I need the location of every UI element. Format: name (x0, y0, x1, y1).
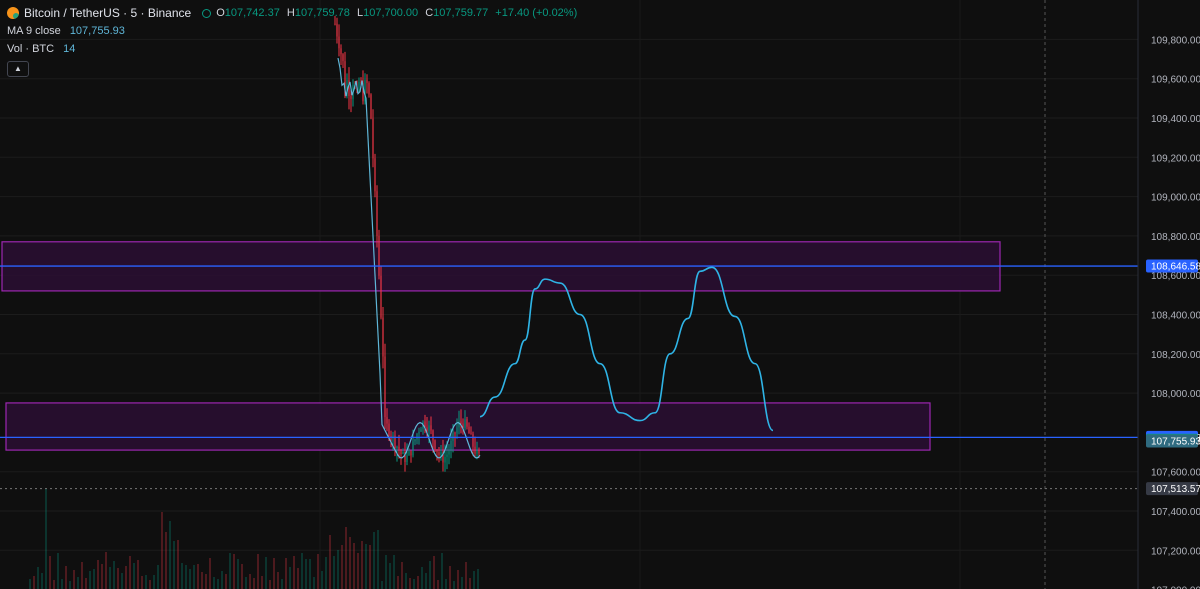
candle-body (414, 439, 416, 442)
volume-value: 14 (63, 43, 76, 55)
candle-body (438, 452, 440, 455)
candle-body (388, 423, 390, 437)
candle-body (366, 79, 368, 84)
zones (1, 241, 1001, 451)
candle-body (464, 419, 466, 429)
price-tick-label: 107,200.00 (1151, 546, 1200, 557)
price-tick-label: 108,800.00 (1151, 232, 1200, 243)
price-tick-label: 109,000.00 (1151, 193, 1200, 204)
price-label-text: 108,646.58 (1151, 262, 1200, 273)
ohlc-values: O107,742.37 H107,759.78 L107,700.00 C107… (216, 4, 581, 22)
price-tick-label: 108,400.00 (1151, 311, 1200, 322)
open-label: O (216, 7, 225, 19)
open-value: 107,742.37 (224, 7, 280, 19)
candle-body (358, 82, 360, 90)
volume-row[interactable]: Vol · BTC 14 (7, 40, 581, 58)
candle-body (450, 440, 452, 451)
candle-body (428, 425, 430, 431)
price-tick-label: 109,600.00 (1151, 75, 1200, 86)
candle-body (436, 449, 438, 453)
high-label: H (286, 7, 295, 19)
price-label-text: 107,513.57 (1151, 484, 1200, 495)
candle-body (384, 356, 386, 418)
axis-background (1138, 0, 1200, 589)
price-tick-label: 108,000.00 (1151, 389, 1200, 400)
candle-body (418, 431, 420, 434)
high-value: 107,759.78 (294, 7, 350, 19)
candle-body (410, 450, 412, 456)
candle-body (382, 317, 384, 357)
price-tick-label: 109,400.00 (1151, 114, 1200, 125)
price-tick-label: 107,600.00 (1151, 468, 1200, 479)
candle-body (478, 449, 480, 454)
candle-body (420, 429, 422, 432)
candle-body (400, 450, 402, 455)
candle-body (416, 433, 418, 440)
ma-value: 107,755.93 (69, 25, 125, 37)
candle-body (378, 235, 380, 276)
candle-body (460, 421, 462, 424)
candle-body (376, 191, 378, 236)
chart-legend: Bitcoin / TetherUS · 5 · Binance O107,74… (7, 4, 581, 77)
candle-body (456, 427, 458, 434)
candle-body (472, 434, 474, 447)
close-label: C (425, 7, 434, 19)
ma-row[interactable]: MA 9 close 107,755.93 (7, 22, 581, 40)
candle-body (444, 456, 446, 463)
close-value: 107,759.77 (433, 7, 489, 19)
volume-label: Vol · BTC (7, 43, 55, 55)
candle-body (386, 417, 388, 424)
candle-body (434, 440, 436, 450)
candle-body (408, 450, 410, 456)
candle-body (476, 449, 478, 454)
price-tick-label: 107,000.00 (1151, 586, 1200, 589)
candle-body (368, 83, 370, 95)
change-value: +17.40 (+0.02%) (495, 7, 578, 19)
candle-body (350, 96, 352, 99)
candle-body (466, 419, 468, 427)
symbol-row: Bitcoin / TetherUS · 5 · Binance O107,74… (7, 4, 581, 22)
ma-label: MA 9 close (7, 25, 61, 37)
candle-body (374, 158, 376, 192)
candle-body (440, 452, 442, 455)
candle-body (454, 432, 456, 434)
price-chart[interactable]: 109,800.00 109,600.00 109,400.00 109,200.00… (0, 0, 1200, 589)
price-tick-label: 109,200.00 (1151, 153, 1200, 164)
candle-body (370, 94, 372, 119)
price-tick-label: 107,400.00 (1151, 507, 1200, 518)
candle-body (380, 275, 382, 318)
candle-body (372, 118, 374, 159)
candle-body (426, 427, 428, 431)
price-tick-label: 109,800.00 (1151, 35, 1200, 46)
volume-bars (29, 489, 479, 589)
candle-body (398, 446, 400, 451)
price-label-text: 107,755.93 (1151, 437, 1200, 448)
candle-body (446, 454, 448, 457)
candle-body (406, 455, 408, 463)
price-axis: 109,800.00 109,600.00 109,400.00 109,200.00… (1137, 0, 1200, 589)
candle-body (402, 452, 404, 455)
price-tick-label: 108,600.00 (1151, 271, 1200, 282)
candle-body (474, 446, 476, 454)
low-value: 107,700.00 (363, 7, 419, 19)
price-tick-label: 108,200.00 (1151, 350, 1200, 361)
market-status-icon (202, 8, 212, 18)
candle-body (396, 446, 398, 449)
candle-body (468, 426, 470, 434)
chevron-up-icon[interactable]: ▲ (7, 61, 29, 77)
candle-body (430, 425, 432, 431)
candle-body (448, 450, 450, 455)
candle-body (470, 433, 472, 435)
candle-body (412, 441, 414, 456)
candle-body (432, 430, 434, 441)
symbol-title[interactable]: Bitcoin / TetherUS · 5 · Binance (24, 4, 191, 22)
bitcoin-icon (7, 7, 19, 19)
